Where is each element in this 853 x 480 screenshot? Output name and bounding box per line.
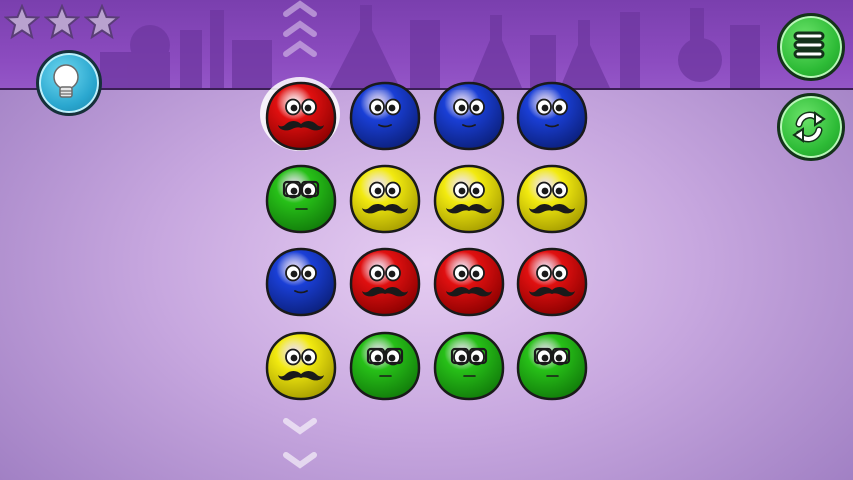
blob-yellow-mustache[interactable] bbox=[432, 163, 506, 235]
blob-red-mustache[interactable] bbox=[432, 246, 506, 318]
blob-green-glasses[interactable] bbox=[264, 163, 338, 235]
blob-grid bbox=[0, 0, 853, 480]
game-screen bbox=[0, 0, 853, 480]
blob-green-glasses[interactable] bbox=[432, 330, 506, 402]
blob-red-mustache[interactable] bbox=[515, 246, 589, 318]
blob-green-glasses[interactable] bbox=[515, 330, 589, 402]
blob-blue-plain[interactable] bbox=[264, 246, 338, 318]
blob-yellow-mustache[interactable] bbox=[348, 163, 422, 235]
blob-red-mustache[interactable] bbox=[348, 246, 422, 318]
blob-blue-plain[interactable] bbox=[515, 80, 589, 152]
blob-green-glasses[interactable] bbox=[348, 330, 422, 402]
blob-blue-plain[interactable] bbox=[348, 80, 422, 152]
blob-blue-plain[interactable] bbox=[432, 80, 506, 152]
blob-yellow-mustache[interactable] bbox=[264, 330, 338, 402]
blob-red-mustache[interactable] bbox=[264, 80, 338, 152]
blob-yellow-mustache[interactable] bbox=[515, 163, 589, 235]
